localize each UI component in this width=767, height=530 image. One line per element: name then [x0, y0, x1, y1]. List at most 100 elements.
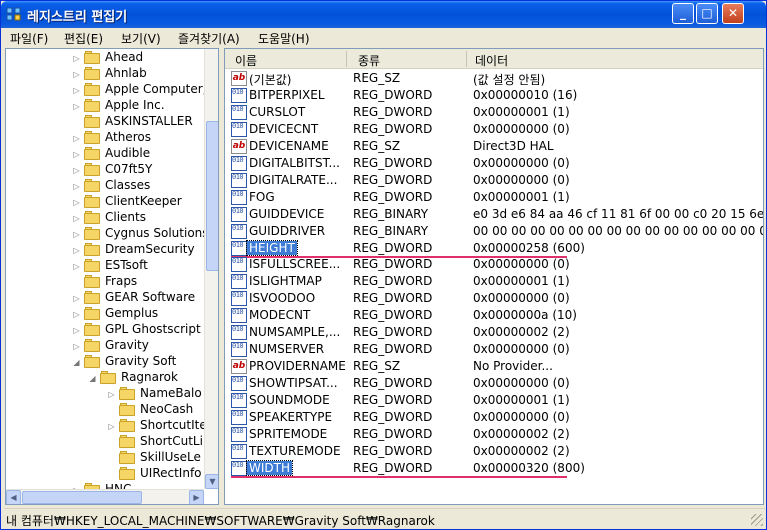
value-row[interactable]: 010 110 101MODECNT REG_DWORD 0x0000000a (1…: [225, 307, 763, 324]
value-data: 0x00000001 (1): [473, 393, 570, 408]
folder-icon: [84, 195, 101, 208]
tree-node-label: Fraps: [105, 274, 138, 288]
expander-icon[interactable]: ◢: [72, 358, 81, 367]
expander-icon[interactable]: ▷: [72, 214, 81, 223]
menu-help[interactable]: 도움말(H): [258, 30, 310, 47]
expander-icon[interactable]: ▷: [107, 390, 116, 399]
value-name: SOUNDMODE: [249, 393, 330, 408]
value-data: 0x00000000 (0): [473, 342, 570, 357]
value-name: GUIDDEVICE: [249, 206, 325, 221]
expander-icon[interactable]: [72, 278, 81, 287]
tree-horizontal-scrollbar[interactable]: ◀ ▶: [6, 489, 204, 504]
value-row[interactable]: 010 110 101CURSLOT REG_DWORD 0x00000001 (1…: [225, 104, 763, 121]
value-row[interactable]: 010 110 101ISVOODOO REG_DWORD 0x00000000 (…: [225, 290, 763, 307]
maximize-button[interactable]: □: [696, 3, 718, 24]
expander-icon[interactable]: ▷: [72, 150, 81, 159]
expander-icon[interactable]: ▷: [72, 246, 81, 255]
folder-icon: [84, 147, 101, 160]
value-row[interactable]: 010 110 101GUIDDRIVER REG_BINARY 00 00 00 …: [225, 223, 763, 240]
column-divider[interactable]: [466, 51, 467, 67]
tree-node-label: ShortcutIte: [140, 418, 207, 432]
expander-icon[interactable]: ▷: [72, 70, 81, 79]
value-row[interactable]: 010 110 101GUIDDEVICE REG_BINARY e0 3d e6 …: [225, 206, 763, 223]
title-bar[interactable]: 레지스트리 편집기 _ □ ✕: [1, 1, 766, 28]
value-name: SPRITEMODE: [249, 426, 328, 441]
expander-icon[interactable]: ▷: [72, 102, 81, 111]
value-type: REG_DWORD: [353, 121, 433, 136]
value-row[interactable]: ab (기본값) REG_SZ (값 설정 안됨): [225, 70, 763, 87]
menu-edit[interactable]: 편집(E): [64, 30, 103, 47]
value-row[interactable]: 010 110 101SPRITEMODE REG_DWORD 0x00000002…: [225, 426, 763, 443]
expander-icon[interactable]: [107, 438, 116, 447]
expander-icon[interactable]: ▷: [72, 310, 81, 319]
expander-icon[interactable]: ◢: [88, 374, 97, 383]
value-row[interactable]: 010 110 101DIGITALRATE... REG_DWORD 0x0000…: [225, 172, 763, 189]
folder-icon: [84, 115, 101, 128]
menu-favorites[interactable]: 즐겨찾기(A): [178, 30, 240, 47]
value-data: 0x00000000 (0): [473, 291, 570, 306]
value-row[interactable]: 010 110 101BITPERPIXEL REG_DWORD 0x0000001…: [225, 87, 763, 104]
value-row[interactable]: 010 110 101TEXTUREMODE REG_DWORD 0x0000000…: [225, 443, 763, 460]
expander-icon[interactable]: ▷: [72, 166, 81, 175]
expander-icon[interactable]: ▷: [72, 182, 81, 191]
column-header-data[interactable]: 데이터: [475, 52, 508, 69]
resize-grip-icon[interactable]: [751, 514, 763, 526]
value-row[interactable]: 010 110 101SHOWTIPSAT... REG_DWORD 0x00000…: [225, 375, 763, 392]
expander-icon[interactable]: [107, 470, 116, 479]
value-row[interactable]: 010 110 101NUMSAMPLE,... REG_DWORD 0x00000…: [225, 324, 763, 341]
tree-hscroll-thumb[interactable]: [22, 491, 142, 504]
expander-icon[interactable]: ▷: [72, 54, 81, 63]
value-row[interactable]: 010 110 101SOUNDMODE REG_DWORD 0x00000001 …: [225, 392, 763, 409]
value-row[interactable]: 010 110 101DIGITALBITST... REG_DWORD 0x000…: [225, 155, 763, 172]
value-row[interactable]: 010 110 101WIDTH REG_DWORD 0x00000320 (800…: [225, 459, 763, 477]
expander-icon[interactable]: ▷: [72, 230, 81, 239]
tree-node-label: NeoCash: [140, 402, 194, 416]
expander-icon[interactable]: ▷: [72, 342, 81, 351]
tree-vscroll-thumb[interactable]: [206, 121, 218, 271]
expander-icon[interactable]: ▷: [72, 86, 81, 95]
scroll-right-arrow-icon[interactable]: ▶: [189, 490, 204, 504]
column-divider[interactable]: [346, 51, 347, 67]
expander-icon[interactable]: ▷: [72, 326, 81, 335]
value-row[interactable]: 010 110 101DEVICECNT REG_DWORD 0x00000000 …: [225, 121, 763, 138]
value-data: 0x00000000 (0): [473, 376, 570, 391]
tree-node-label: UIRectInfo: [140, 466, 202, 480]
value-row[interactable]: 010 110 101HEIGHT REG_DWORD 0x00000258 (60…: [225, 239, 763, 257]
folder-icon: [84, 339, 101, 352]
value-row[interactable]: 010 110 101ISLIGHTMAP REG_DWORD 0x00000001…: [225, 273, 763, 290]
menu-view[interactable]: 보기(V): [121, 30, 161, 47]
value-type: REG_DWORD: [353, 291, 433, 306]
expander-icon[interactable]: ▷: [72, 262, 81, 271]
value-row[interactable]: 010 110 101ISFULLSCREE... REG_DWORD 0x0000…: [225, 256, 763, 273]
close-button[interactable]: ✕: [722, 3, 744, 24]
expander-icon[interactable]: [107, 406, 116, 415]
value-row[interactable]: ab DEVICENAME REG_SZ Direct3D HAL: [225, 138, 763, 155]
binary-value-icon: 010 110 101: [231, 460, 247, 476]
binary-value-icon: 010 110 101: [231, 155, 247, 171]
expander-icon[interactable]: ▷: [72, 134, 81, 143]
value-data: Direct3D HAL: [473, 138, 554, 153]
folder-icon: [84, 51, 101, 64]
value-row[interactable]: 010 110 101FOG REG_DWORD 0x00000001 (1): [225, 189, 763, 206]
menu-file[interactable]: 파일(F): [10, 30, 48, 47]
column-header-name[interactable]: 이름: [235, 52, 257, 69]
scroll-left-arrow-icon[interactable]: ◀: [6, 490, 21, 504]
column-header-type[interactable]: 종류: [358, 52, 380, 69]
expander-icon[interactable]: ▷: [72, 294, 81, 303]
expander-icon[interactable]: ▷: [72, 198, 81, 207]
expander-icon[interactable]: [72, 118, 81, 127]
binary-value-icon: 010 110 101: [231, 240, 247, 256]
value-data: 0x00000000 (0): [473, 172, 570, 187]
value-name: DEVICECNT: [249, 121, 319, 136]
minimize-button[interactable]: _: [672, 3, 694, 24]
value-row[interactable]: 010 110 101NUMSERVER REG_DWORD 0x00000000 …: [225, 341, 763, 358]
value-row[interactable]: 010 110 101SPEAKERTYPE REG_DWORD 0x0000000…: [225, 409, 763, 426]
expander-icon[interactable]: [107, 454, 116, 463]
value-name: GUIDDRIVER: [249, 223, 326, 238]
value-data: 0x00000001 (1): [473, 274, 570, 289]
scroll-down-arrow-icon[interactable]: ▼: [205, 474, 218, 489]
value-row[interactable]: ab PROVIDERNAME REG_SZ No Provider...: [225, 358, 763, 375]
expander-icon[interactable]: ▷: [107, 422, 116, 431]
tree-node-label: DreamSecurity: [105, 242, 195, 256]
tree-vertical-scrollbar[interactable]: ▼: [204, 49, 218, 489]
